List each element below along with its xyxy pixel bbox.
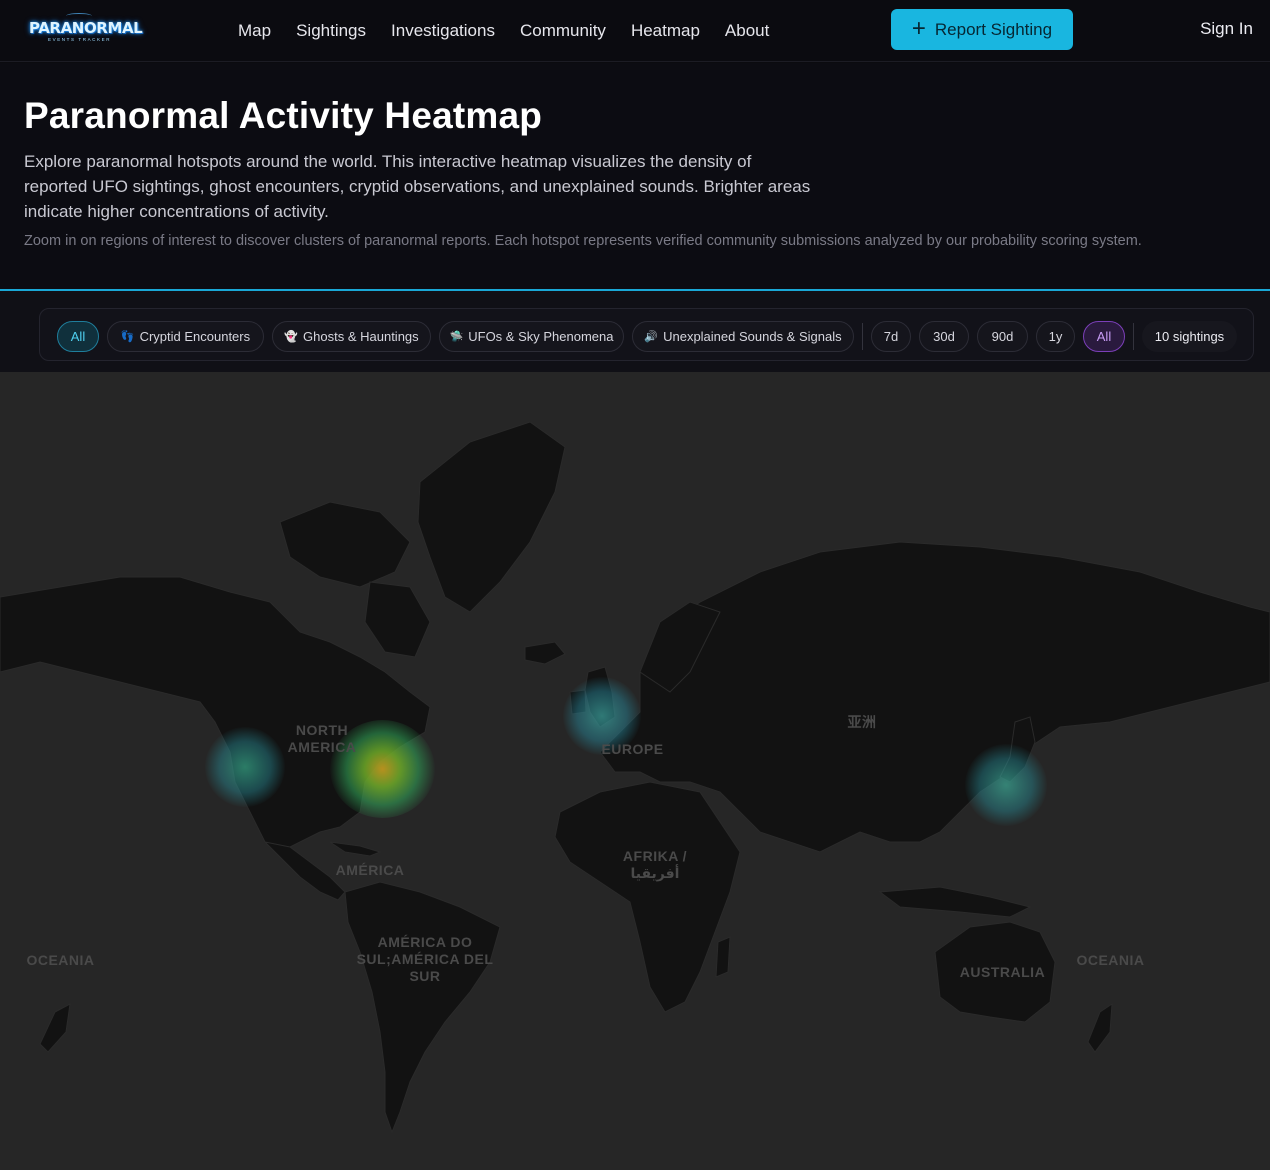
speaker-icon: 🔊 [644,331,659,343]
land-south-america [344,881,501,1134]
land-new-zealand [1087,1003,1113,1053]
heatmap-map[interactable]: NORTH AMERICA AMÉRICA AMÉRICA DO SUL;AMÉ… [0,372,1270,1170]
land-arctic-islands [279,501,411,588]
ufo-icon: 🛸 [449,331,464,343]
world-map-svg [0,421,1270,1134]
top-nav: PARANORMAL EVENTS TRACKER Map Sightings … [0,0,1270,62]
page-description: Explore paranormal hotspots around the w… [24,152,811,221]
time-chip-all[interactable]: All [1083,321,1125,352]
hotspot-us-west[interactable] [205,727,285,807]
map-label-america: AMÉRICA [335,862,405,878]
chip-label: Unexplained Sounds & Signals [663,329,842,344]
nav-link-sightings[interactable]: Sightings [296,21,366,41]
nav-links: Map Sightings Investigations Community H… [238,0,794,62]
map-label-europe: EUROPE [601,741,664,757]
logo-text: PARANORMAL [29,19,143,37]
nav-link-community[interactable]: Community [520,21,606,41]
chip-label: Cryptid Encounters [139,329,251,344]
map-label-north-america: NORTH AMERICA [287,722,357,755]
land-indonesia [878,886,1032,918]
chip-label: Ghosts & Hauntings [303,329,419,344]
land-africa [554,781,741,1013]
land-madagascar [715,936,731,978]
chip-label: 30d [933,329,955,344]
map-label-asia: 亚洲 [847,714,877,730]
filter-divider [862,323,863,350]
logo[interactable]: PARANORMAL EVENTS TRACKER [26,12,143,46]
chip-label: All [70,329,86,344]
report-sighting-button[interactable]: + Report Sighting [891,9,1073,50]
nav-link-investigations[interactable]: Investigations [391,21,495,41]
nav-link-about[interactable]: About [725,21,769,41]
nav-link-heatmap[interactable]: Heatmap [631,21,700,41]
time-chip-30d[interactable]: 30d [919,321,969,352]
chip-label: All [1096,329,1112,344]
hotspot-japan[interactable] [965,744,1047,826]
category-chip-sounds[interactable]: 🔊 Unexplained Sounds & Signals [632,321,854,352]
map-label-oceania-left: OCEANIA [26,952,95,968]
category-chip-ufos[interactable]: 🛸 UFOs & Sky Phenomena [439,321,624,352]
footprint-icon: 👣 [120,331,135,343]
filter-section: All 👣 Cryptid Encounters 👻 Ghosts & Haun… [0,291,1270,372]
sightings-count: 10 sightings [1142,321,1237,352]
land-greenland [417,421,566,613]
logo-subtext: EVENTS TRACKER [48,37,112,42]
filter-bar: All 👣 Cryptid Encounters 👻 Ghosts & Haun… [39,308,1254,361]
category-chip-all[interactable]: All [57,321,99,352]
land-new-zealand-left [39,1003,71,1053]
map-label-oceania-right: OCEANIA [1076,952,1145,968]
land-baffin [364,581,431,658]
land-iceland [524,641,566,665]
report-sighting-label: Report Sighting [934,19,1053,39]
map-label-africa: AFRIKA / أفريقيا [622,848,688,881]
ghost-icon: 👻 [284,331,299,343]
page-note: Zoom in on regions of interest to discov… [24,233,1142,249]
nav-link-map[interactable]: Map [238,21,271,41]
chip-label: 7d [883,329,899,344]
page-title: Paranormal Activity Heatmap [24,95,543,136]
plus-icon: + [911,14,926,42]
land-caribbean [329,841,382,857]
map-label-australia: AUSTRALIA [959,964,1046,980]
time-chip-7d[interactable]: 7d [871,321,911,352]
chip-label: 1y [1048,329,1063,344]
category-chip-ghosts[interactable]: 👻 Ghosts & Hauntings [272,321,431,352]
time-chip-1y[interactable]: 1y [1036,321,1075,352]
chip-label: UFOs & Sky Phenomena [468,329,614,344]
time-chip-90d[interactable]: 90d [977,321,1028,352]
filter-divider [1133,323,1134,350]
sign-in-link[interactable]: Sign In [1200,19,1253,39]
category-chip-cryptid[interactable]: 👣 Cryptid Encounters [107,321,264,352]
chip-label: 90d [991,329,1014,344]
hero-section: Paranormal Activity Heatmap Explore para… [0,63,1270,289]
map-label-south-america: AMÉRICA DO SUL;AMÉRICA DEL SUR [356,934,494,984]
